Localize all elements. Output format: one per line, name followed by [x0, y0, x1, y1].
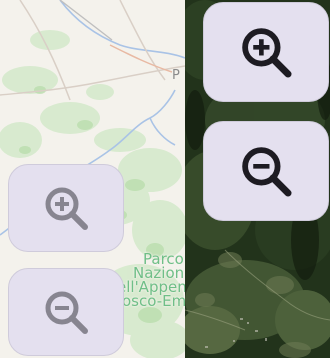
satellite-zoom-out-button[interactable] [203, 121, 329, 221]
zoom-out-icon [41, 287, 91, 337]
zoom-in-button[interactable] [8, 164, 124, 252]
zoom-in-icon [237, 23, 295, 81]
satellite-zoom-in-button[interactable] [203, 2, 329, 102]
zoom-out-icon [237, 142, 295, 200]
zoom-in-icon [41, 183, 91, 233]
place-label: P [172, 68, 180, 83]
zoom-out-button[interactable] [8, 268, 124, 356]
park-label-line-4: osco-Em [122, 292, 185, 310]
